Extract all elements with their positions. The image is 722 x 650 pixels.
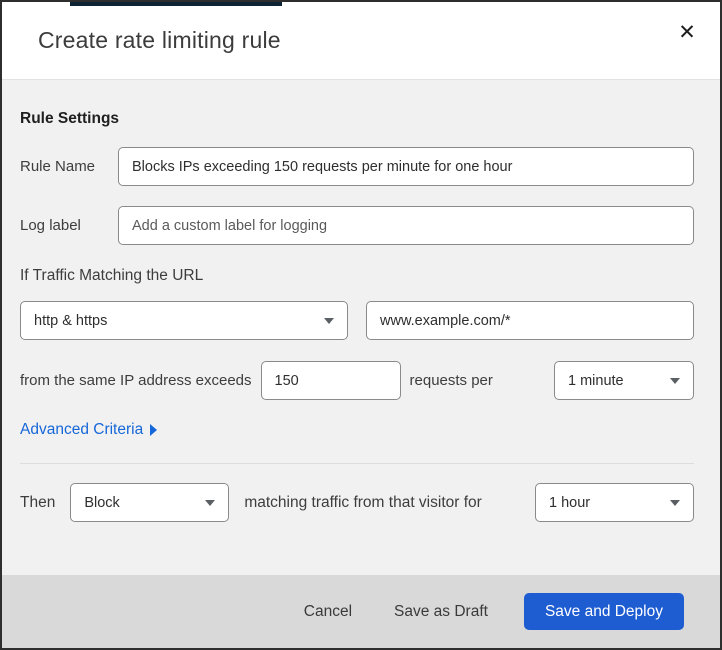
threshold-row: from the same IP address exceeds request…: [20, 361, 694, 400]
rule-name-row: Rule Name: [20, 147, 694, 186]
create-rate-limiting-rule-dialog: Create rate limiting rule ✕ Rule Setting…: [0, 0, 722, 650]
rule-name-label: Rule Name: [20, 158, 96, 175]
dialog-body: Rule Settings Rule Name Log label If Tra…: [2, 80, 720, 575]
action-select[interactable]: Block: [70, 483, 230, 522]
log-label-input[interactable]: [118, 206, 694, 245]
log-label-row: Log label: [20, 206, 694, 245]
scheme-select-value: http & https: [34, 312, 108, 329]
url-pattern-input[interactable]: [366, 301, 694, 340]
action-select-value: Block: [84, 494, 120, 511]
period-select-value: 1 minute: [568, 372, 624, 389]
dialog-header: Create rate limiting rule ✕: [2, 2, 720, 80]
period-select[interactable]: 1 minute: [554, 361, 694, 400]
threshold-unit-text: requests per: [409, 372, 493, 389]
expand-right-icon: [150, 424, 158, 436]
dialog-title: Create rate limiting rule: [38, 27, 281, 53]
action-middle-text: matching traffic from that visitor for: [244, 493, 482, 511]
log-label-label: Log label: [20, 217, 81, 234]
duration-select[interactable]: 1 hour: [535, 483, 694, 522]
dialog-footer: Cancel Save as Draft Save and Deploy: [2, 575, 720, 648]
url-match-row: http & https: [20, 301, 694, 340]
action-row: Then Block matching traffic from that vi…: [20, 483, 694, 522]
chevron-down-icon: [324, 317, 334, 324]
background-page-edge: [70, 2, 282, 6]
close-icon[interactable]: ✕: [670, 16, 704, 50]
advanced-criteria-link[interactable]: Advanced Criteria: [20, 421, 158, 439]
save-as-draft-button[interactable]: Save as Draft: [378, 595, 504, 629]
chevron-down-icon: [670, 377, 680, 384]
save-and-deploy-button[interactable]: Save and Deploy: [523, 593, 684, 630]
scheme-select[interactable]: http & https: [20, 301, 348, 340]
traffic-match-heading: If Traffic Matching the URL: [20, 267, 204, 284]
rule-settings-heading: Rule Settings: [20, 110, 120, 127]
duration-select-value: 1 hour: [549, 494, 591, 511]
advanced-criteria-label: Advanced Criteria: [20, 421, 144, 438]
section-divider: [20, 463, 694, 464]
request-count-input[interactable]: [260, 361, 401, 400]
chevron-down-icon: [205, 499, 216, 506]
cancel-button[interactable]: Cancel: [288, 595, 368, 629]
then-label: Then: [20, 493, 56, 511]
rule-name-input[interactable]: [118, 147, 694, 186]
threshold-prefix-text: from the same IP address exceeds: [20, 372, 252, 389]
chevron-down-icon: [670, 499, 680, 506]
